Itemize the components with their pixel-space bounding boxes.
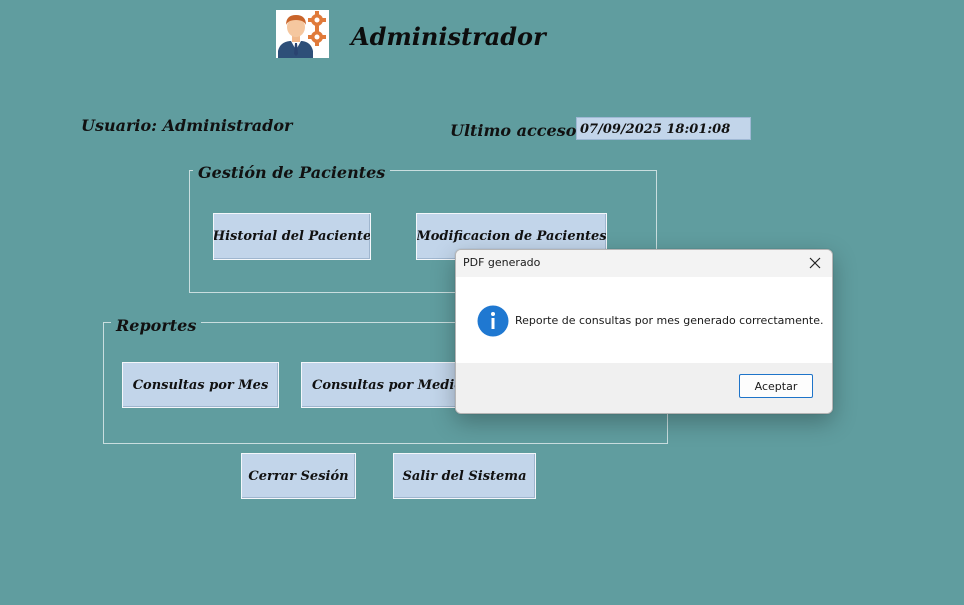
dialog-title: PDF generado — [463, 256, 541, 269]
consultations-by-month-button[interactable]: Consultas por Mes — [122, 362, 279, 408]
reports-group-title: Reportes — [111, 316, 202, 335]
info-icon — [477, 305, 509, 337]
admin-avatar-icon — [276, 10, 329, 58]
exit-system-button[interactable]: Salir del Sistema — [393, 453, 536, 499]
dialog-footer: Aceptar — [456, 363, 832, 413]
logout-button[interactable]: Cerrar Sesión — [241, 453, 356, 499]
patients-group-title: Gestión de Pacientes — [193, 163, 391, 182]
dialog-body: Reporte de consultas por mes generado co… — [456, 277, 832, 363]
dialog-message: Reporte de consultas por mes generado co… — [515, 314, 824, 327]
consultations-by-doctor-button[interactable]: Consultas por Medico — [301, 362, 461, 408]
last-access-label: Ultimo acceso: — [450, 121, 583, 140]
patient-history-button[interactable]: Historial del Paciente — [213, 213, 371, 260]
pdf-generated-dialog: PDF generado Reporte de consultas por me… — [455, 249, 833, 414]
dialog-titlebar[interactable]: PDF generado — [456, 250, 832, 277]
accept-button[interactable]: Aceptar — [739, 374, 813, 398]
page-title: Administrador — [351, 22, 546, 51]
close-icon[interactable] — [802, 252, 828, 274]
last-access-field[interactable]: 07/09/2025 18:01:08 — [576, 117, 751, 140]
user-label: Usuario: Administrador — [81, 116, 293, 135]
